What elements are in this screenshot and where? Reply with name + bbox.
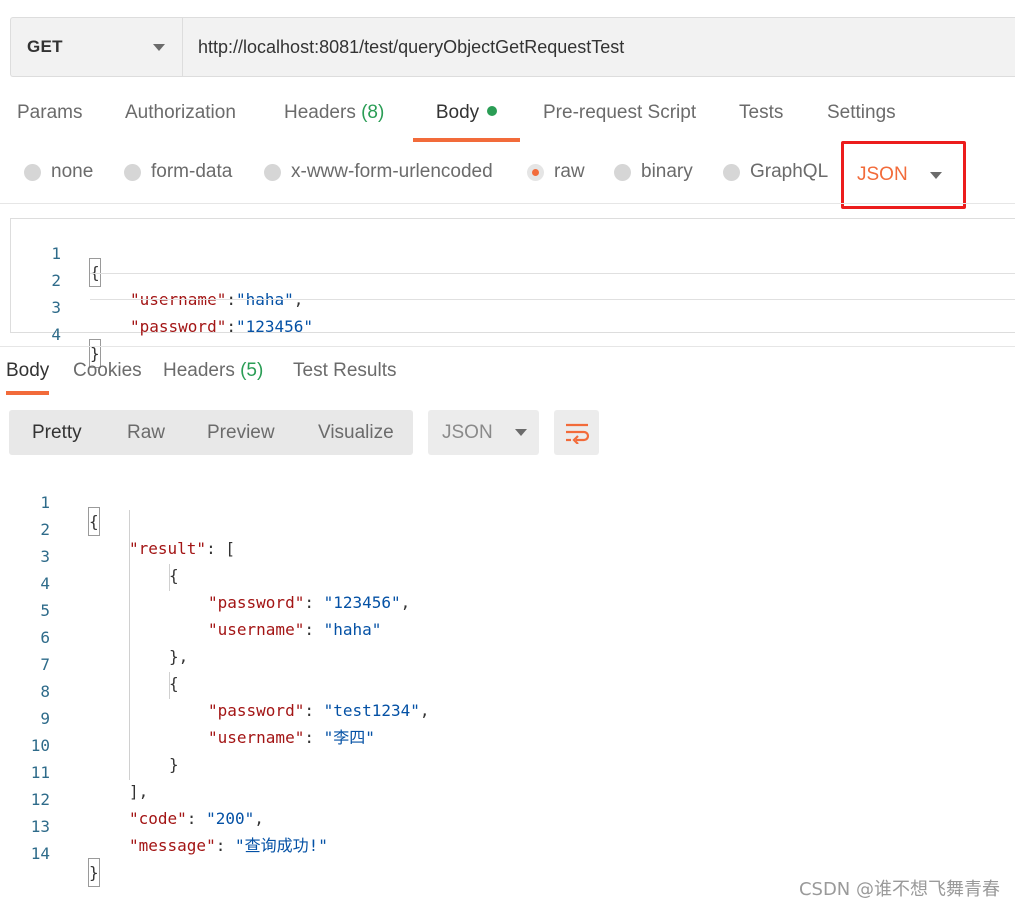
method-select[interactable]: GET xyxy=(11,18,183,76)
code-line: 13 "message": "查询成功!" xyxy=(0,794,1015,855)
body-format-select[interactable]: JSON xyxy=(841,141,966,209)
active-line-highlight xyxy=(90,273,1015,300)
code-line: 9 "username": "李四" xyxy=(0,686,1015,747)
code-line: 1 { xyxy=(0,470,1015,536)
code-line: 11 ], xyxy=(0,740,1015,801)
caret-down-icon xyxy=(514,429,527,436)
radio-circle-icon xyxy=(723,163,740,181)
radio-urlencoded-label: x-www-form-urlencoded xyxy=(291,161,493,182)
code-brace: } xyxy=(88,858,100,887)
radio-raw[interactable]: raw xyxy=(527,161,585,183)
tab-authorization[interactable]: Authorization xyxy=(125,102,236,142)
code-line: 6 }, xyxy=(0,605,1015,666)
response-tab-cookies-label: Cookies xyxy=(73,360,142,381)
radio-graphql[interactable]: GraphQL xyxy=(723,161,828,183)
tab-tests-label: Tests xyxy=(739,102,784,123)
request-tabs: Params Authorization Headers (8) Body Pr… xyxy=(0,102,1015,142)
tab-pre-request-script[interactable]: Pre-request Script xyxy=(543,102,696,142)
tab-body-label: Body xyxy=(435,102,480,123)
watermark: CSDN @谁不想飞舞青春 xyxy=(798,879,1000,900)
radio-none[interactable]: none xyxy=(24,161,93,183)
view-raw-button[interactable]: Raw xyxy=(127,410,165,455)
radio-binary-label: binary xyxy=(641,161,693,182)
code-line: 5 "username": "haha" xyxy=(0,578,1015,639)
code-line: 12 "code": "200", xyxy=(0,767,1015,828)
radio-checked-icon xyxy=(527,163,544,181)
radio-form-data[interactable]: form-data xyxy=(124,161,232,183)
radio-circle-icon xyxy=(124,163,141,181)
code-line: 14 } xyxy=(0,821,1015,887)
response-tab-test-results[interactable]: Test Results xyxy=(293,360,396,394)
code-line: 3 { xyxy=(0,524,1015,585)
line-number: 14 xyxy=(30,844,50,863)
line-number: 4 xyxy=(51,325,61,344)
code-line: 4 "password": "123456", xyxy=(0,551,1015,612)
view-preview-button[interactable]: Preview xyxy=(207,410,275,455)
radio-none-label: none xyxy=(51,161,94,182)
tab-settings[interactable]: Settings xyxy=(827,102,896,142)
wrap-lines-button[interactable] xyxy=(554,410,599,455)
response-tab-test-results-label: Test Results xyxy=(293,360,397,381)
method-label: GET xyxy=(27,37,63,56)
response-view-mode-group: Pretty Raw Preview Visualize xyxy=(9,410,413,455)
tab-body[interactable]: Body xyxy=(413,102,520,142)
radio-raw-label: raw xyxy=(554,161,585,182)
code-line: 2 "result": [ xyxy=(0,497,1015,558)
divider xyxy=(0,346,1015,347)
code-line: 7 { xyxy=(0,632,1015,693)
code-line: 2 "username":"haha", xyxy=(11,248,1015,309)
response-tab-body-label: Body xyxy=(6,360,50,381)
radio-binary[interactable]: binary xyxy=(614,161,693,183)
response-tab-body[interactable]: Body xyxy=(6,360,50,395)
radio-circle-icon xyxy=(24,163,41,181)
body-modified-dot-icon xyxy=(487,106,498,116)
response-tab-headers-label: Headers xyxy=(163,360,235,381)
code-line: 10 } xyxy=(0,713,1015,774)
radio-form-data-label: form-data xyxy=(151,161,233,182)
code-line: 8 "password": "test1234", xyxy=(0,659,1015,720)
radio-urlencoded[interactable]: x-www-form-urlencoded xyxy=(264,161,493,183)
response-headers-count-badge: (5) xyxy=(240,360,264,381)
tab-headers-label: Headers xyxy=(284,102,356,123)
tab-pre-request-label: Pre-request Script xyxy=(543,102,697,123)
radio-circle-icon xyxy=(614,163,631,181)
view-pretty-button[interactable]: Pretty xyxy=(32,410,82,455)
tab-settings-label: Settings xyxy=(827,102,896,123)
response-tabs: Body Cookies Headers (5) Test Results xyxy=(0,360,1015,396)
headers-count-badge: (8) xyxy=(361,102,385,123)
url-input[interactable]: http://localhost:8081/test/queryObjectGe… xyxy=(183,18,1015,76)
code-line: 4 } xyxy=(11,302,1015,368)
body-format-label: JSON xyxy=(857,164,908,185)
response-format-label: JSON xyxy=(442,421,493,443)
tab-params[interactable]: Params xyxy=(17,102,82,142)
radio-circle-icon xyxy=(264,163,281,181)
tab-params-label: Params xyxy=(17,102,83,123)
response-format-select[interactable]: JSON xyxy=(428,410,539,455)
tab-authorization-label: Authorization xyxy=(125,102,236,123)
request-url-bar: GET http://localhost:8081/test/queryObje… xyxy=(10,17,1015,77)
radio-graphql-label: GraphQL xyxy=(750,161,829,182)
tab-headers[interactable]: Headers (8) xyxy=(284,102,384,142)
code-line: 1 { xyxy=(11,221,1015,287)
caret-down-icon xyxy=(929,171,942,179)
caret-down-icon xyxy=(153,43,165,51)
divider xyxy=(0,203,1015,204)
wrap-lines-icon xyxy=(565,423,589,444)
response-body-viewer: 1 { 2 "result": [ 3 { 4 "password": "123… xyxy=(0,470,1015,887)
response-tab-headers[interactable]: Headers (5) xyxy=(163,360,263,394)
response-tab-cookies[interactable]: Cookies xyxy=(73,360,142,394)
view-visualize-button[interactable]: Visualize xyxy=(318,410,394,455)
tab-tests[interactable]: Tests xyxy=(739,102,783,142)
